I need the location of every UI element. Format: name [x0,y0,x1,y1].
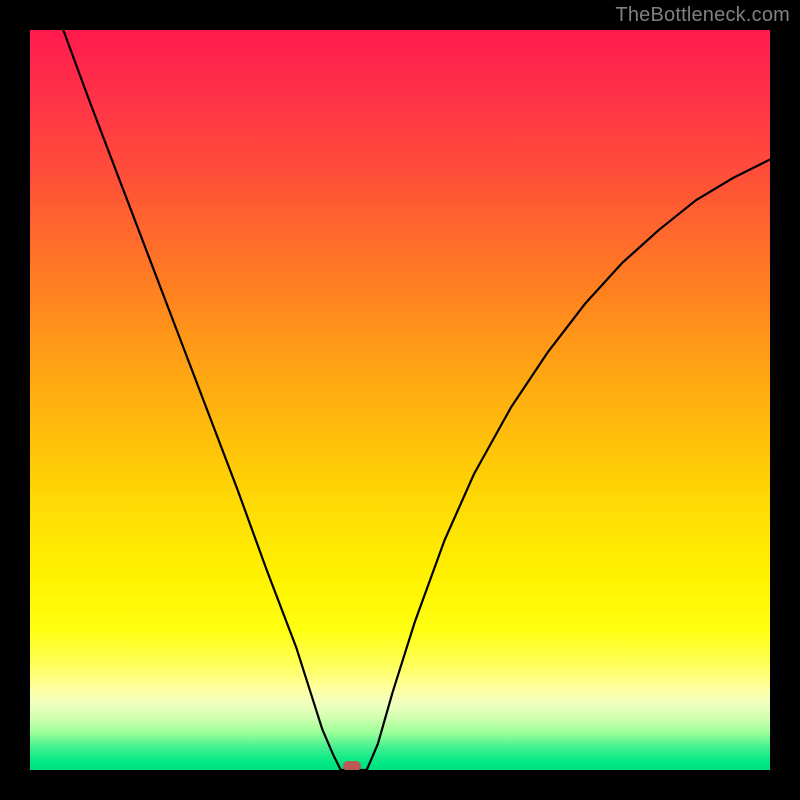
plot-area [30,30,770,770]
bottleneck-curve [30,30,770,770]
optimum-marker [343,761,361,770]
chart-frame: TheBottleneck.com [0,0,800,800]
watermark-text: TheBottleneck.com [615,4,790,27]
